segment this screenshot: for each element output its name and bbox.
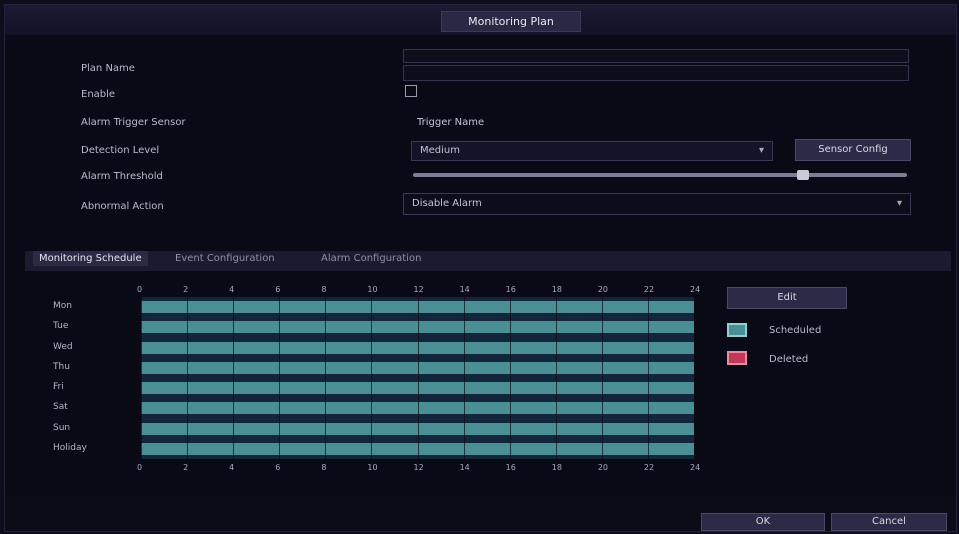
slider-handle[interactable]: [797, 170, 809, 180]
hour-label: 2: [183, 285, 189, 294]
tab-monitoring-schedule[interactable]: Monitoring Schedule: [33, 251, 148, 266]
cancel-button[interactable]: Cancel: [831, 513, 947, 531]
hour-label: 6: [275, 463, 281, 472]
label-abnormal-action: Abnormal Action: [81, 201, 164, 212]
hour-label: 10: [367, 463, 378, 472]
day-label: Wed: [53, 341, 73, 352]
day-label: Tue: [53, 321, 69, 332]
hour-label: 22: [643, 285, 655, 294]
hour-gridline: [233, 297, 235, 459]
hour-label: 24: [690, 463, 701, 472]
hour-label: 18: [551, 285, 562, 294]
tab-bar: Monitoring Schedule Event Configuration …: [25, 251, 951, 271]
day-label: Holiday: [53, 442, 87, 453]
hour-label: 2: [183, 463, 189, 472]
label-alarm-threshold: Alarm Threshold: [81, 171, 163, 182]
hour-label: 20: [597, 285, 609, 294]
hour-label: 4: [229, 285, 235, 294]
day-label: Mon: [53, 301, 72, 311]
hour-gridline: [694, 297, 695, 459]
scheduled-swatch[interactable]: [727, 323, 747, 337]
hour-label: 20: [597, 463, 609, 472]
hour-label: 22: [643, 463, 655, 472]
hour-label: 24: [690, 285, 701, 294]
label-alarm-trigger-sensor: Alarm Trigger Sensor: [81, 117, 186, 128]
hour-gridline: [141, 297, 142, 459]
hour-label: 16: [505, 285, 516, 294]
chevron-down-icon: ▾: [896, 198, 902, 209]
chevron-down-icon: ▾: [758, 145, 764, 156]
hour-label: 12: [413, 285, 424, 294]
hour-label: 12: [413, 463, 424, 472]
tab-event-configuration[interactable]: Event Configuration: [175, 253, 275, 264]
edit-button[interactable]: Edit: [727, 287, 847, 309]
deleted-swatch[interactable]: [727, 351, 747, 365]
window-title: Monitoring Plan: [441, 11, 581, 32]
hour-gridline: [187, 297, 189, 459]
hour-label: 10: [367, 285, 378, 294]
hour-gridline: [325, 297, 327, 459]
hour-label: 16: [505, 463, 516, 472]
hour-label: 8: [321, 285, 327, 294]
label-detection-level: Detection Level: [81, 145, 160, 156]
hour-gridline: [647, 297, 649, 459]
day-label: Fri: [53, 382, 64, 392]
hour-label: 0: [137, 463, 143, 472]
enable-checkbox[interactable]: [405, 85, 417, 97]
hour-label: 18: [551, 463, 562, 472]
hour-label: 0: [137, 285, 143, 294]
hour-gridline: [371, 297, 373, 459]
hour-label: 6: [275, 285, 281, 294]
plan-name-field[interactable]: [403, 65, 909, 81]
detection-level-select[interactable]: Medium ▾: [411, 141, 773, 161]
tab-alarm-configuration[interactable]: Alarm Configuration: [321, 253, 421, 264]
ok-button[interactable]: OK: [701, 513, 825, 531]
hour-label: 4: [229, 463, 235, 472]
hour-label: 14: [459, 463, 470, 472]
label-enable: Enable: [81, 89, 116, 100]
alarm-threshold-slider[interactable]: [413, 170, 907, 180]
hour-gridline: [279, 297, 281, 459]
legend-deleted-label: Deleted: [769, 354, 809, 365]
schedule-grid[interactable]: [141, 297, 695, 459]
label-plan-name: Plan Name: [81, 63, 135, 74]
abnormal-action-select[interactable]: Disable Alarm ▾: [403, 193, 911, 215]
hour-label: 14: [459, 285, 470, 294]
day-label: Sat: [53, 402, 68, 413]
hour-gridline: [417, 297, 419, 459]
hour-gridline: [463, 297, 465, 459]
alarm-trigger-sensor-field[interactable]: Trigger Name: [411, 117, 621, 133]
day-label: Thu: [53, 361, 70, 372]
day-label: Sun: [53, 422, 71, 433]
abnormal-action-value: Disable Alarm: [412, 198, 482, 209]
hour-gridline: [509, 297, 511, 459]
legend-scheduled-label: Scheduled: [769, 325, 822, 336]
monitoring-plan-window: Monitoring Plan Plan Name Enable Alarm T…: [4, 4, 957, 532]
plan-name-input[interactable]: [403, 49, 909, 63]
detection-level-value: Medium: [420, 145, 460, 156]
hour-gridline: [555, 297, 557, 459]
hour-label: 8: [321, 463, 327, 472]
hour-gridline: [601, 297, 603, 459]
title-bar: Monitoring Plan: [5, 5, 956, 35]
footer-bar: OK Cancel: [5, 495, 956, 531]
sensor-config-button[interactable]: Sensor Config: [795, 139, 911, 161]
